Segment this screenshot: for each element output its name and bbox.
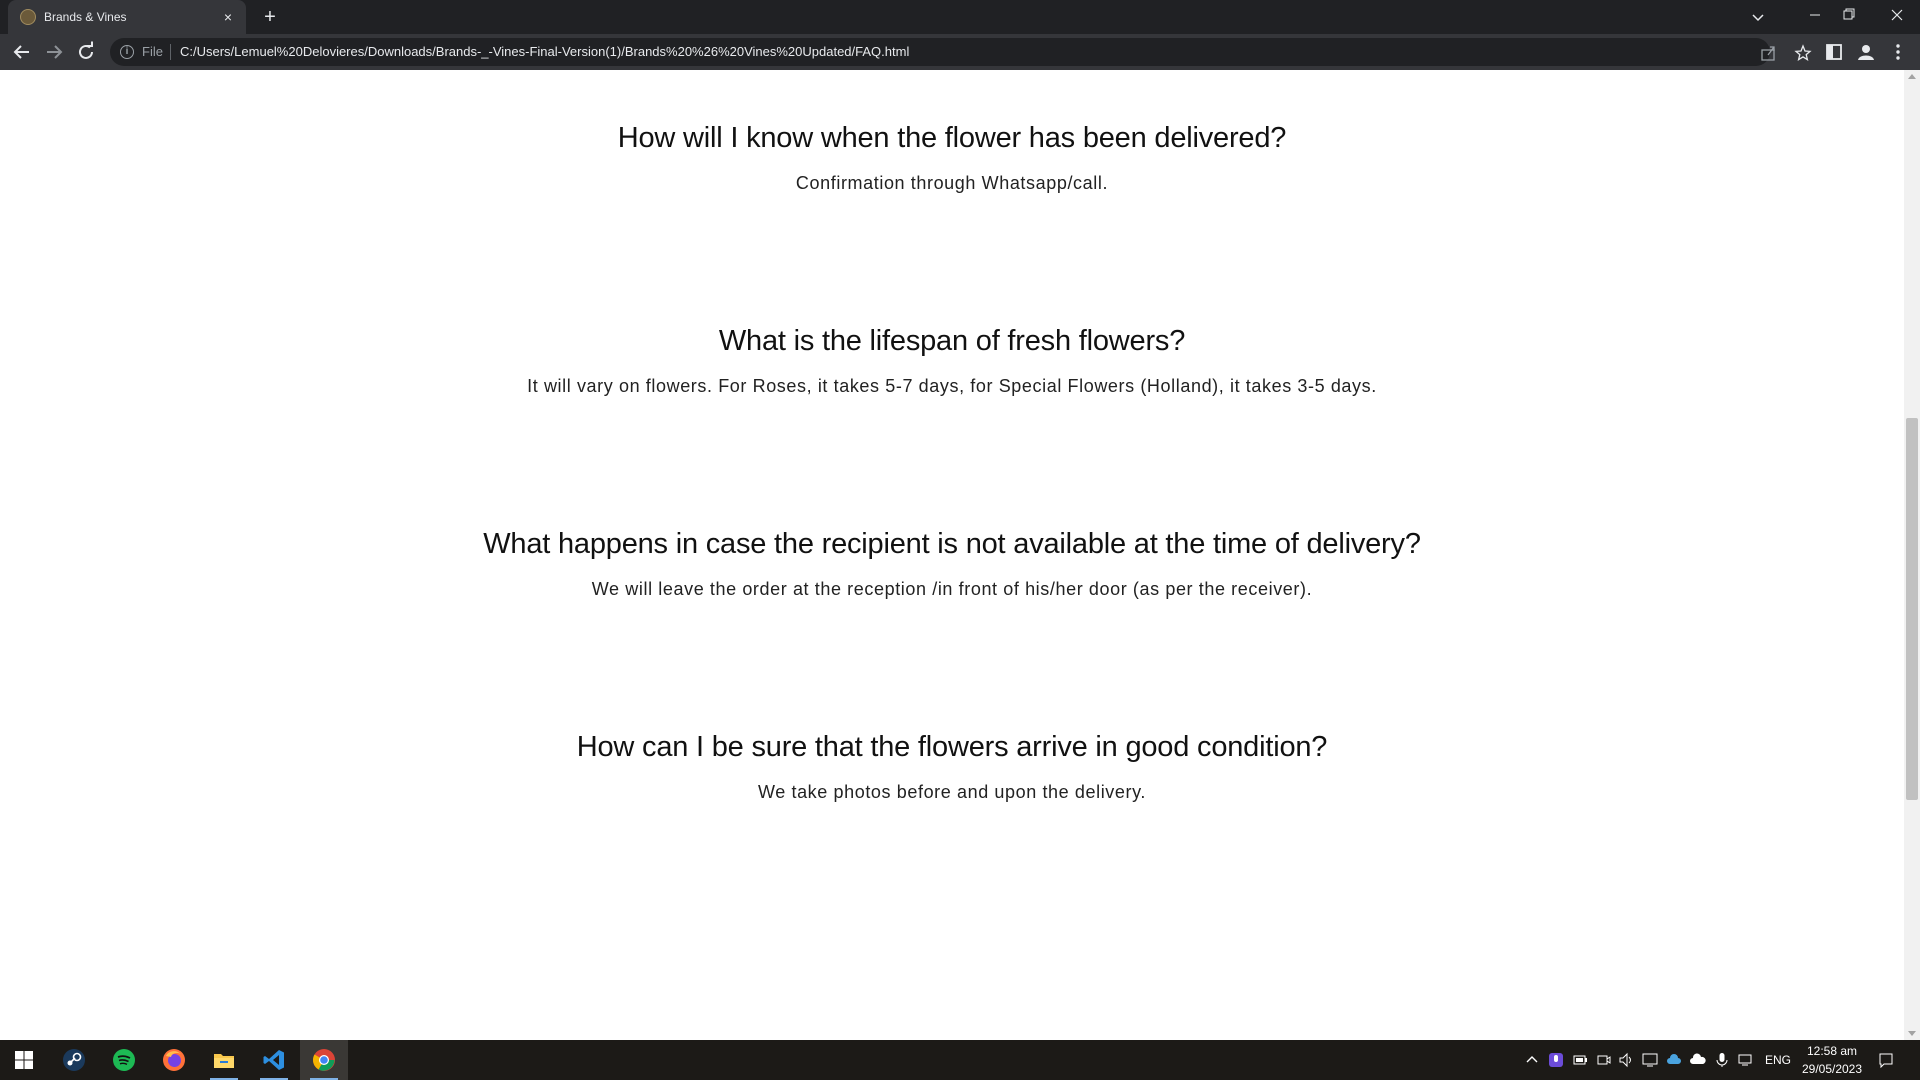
faq-answer: We take photos before and upon the deliv…: [758, 782, 1146, 802]
browser-toolbar: i File C:/Users/Lemuel%20Delovieres/Down…: [0, 34, 1920, 70]
browser-tab-strip: Brands & Vines × +: [0, 0, 1920, 34]
reload-icon[interactable]: [74, 40, 98, 64]
tab-title: Brands & Vines: [44, 10, 127, 24]
faq-answer: It will vary on flowers. For Roses, it t…: [527, 376, 1377, 396]
site-favicon-icon: [20, 9, 36, 25]
scroll-up-arrow-icon[interactable]: [1908, 74, 1916, 79]
file-explorer-icon[interactable]: [200, 1040, 248, 1080]
share-icon[interactable]: [1760, 44, 1778, 62]
browser-tab[interactable]: Brands & Vines ×: [8, 0, 246, 34]
scheme-label: File: [142, 44, 163, 59]
site-info-icon[interactable]: i: [120, 45, 134, 59]
cloud-sync-icon[interactable]: [1666, 1052, 1682, 1068]
steam-icon[interactable]: [50, 1040, 98, 1080]
volume-icon[interactable]: [1618, 1052, 1634, 1068]
input-language-indicator[interactable]: ENG: [1762, 1053, 1794, 1067]
tab-close-icon[interactable]: ×: [218, 7, 238, 27]
display-icon[interactable]: [1642, 1052, 1658, 1068]
window-restore-icon[interactable]: [1826, 0, 1872, 30]
browser-menu-icon[interactable]: [1888, 42, 1908, 62]
back-arrow-icon[interactable]: [10, 40, 34, 64]
faq-question: How will I know when the flower has been…: [617, 122, 1287, 154]
faq-item: How will I know when the flower has been…: [0, 120, 1904, 194]
window-close-icon[interactable]: [1874, 0, 1920, 30]
microphone-icon[interactable]: [1714, 1052, 1730, 1068]
address-bar[interactable]: i File C:/Users/Lemuel%20Delovieres/Down…: [110, 38, 1812, 66]
windows-start-icon[interactable]: [0, 1040, 48, 1080]
side-panel-icon[interactable]: [1824, 42, 1844, 62]
onedrive-icon[interactable]: [1690, 1052, 1706, 1068]
notifications-icon[interactable]: [1878, 1052, 1894, 1069]
clock-time[interactable]: 12:58 am: [1800, 1044, 1864, 1058]
battery-icon[interactable]: [1572, 1052, 1588, 1068]
faq-item: How can I be sure that the flowers arriv…: [0, 729, 1904, 803]
vscode-icon[interactable]: [250, 1040, 298, 1080]
spotify-icon[interactable]: [100, 1040, 148, 1080]
url-text[interactable]: C:/Users/Lemuel%20Delovieres/Downloads/B…: [180, 44, 909, 60]
camera-icon[interactable]: [1596, 1052, 1612, 1068]
network-icon[interactable]: [1738, 1052, 1754, 1068]
bookmark-star-icon[interactable]: [1794, 44, 1812, 62]
faq-question: How can I be sure that the flowers arriv…: [576, 731, 1328, 763]
faq-question: What happens in case the recipient is no…: [483, 528, 1421, 560]
chrome-icon[interactable]: [300, 1040, 348, 1080]
show-hidden-icons-chevron-icon[interactable]: [1524, 1052, 1540, 1068]
faq-item: What happens in case the recipient is no…: [0, 526, 1904, 600]
profile-avatar-icon[interactable]: [1856, 42, 1876, 62]
tab-search-icon[interactable]: [1746, 5, 1770, 29]
forward-arrow-icon[interactable]: [42, 40, 66, 64]
scroll-down-arrow-icon[interactable]: [1908, 1031, 1916, 1036]
faq-question: What is the lifespan of fresh flowers?: [718, 325, 1186, 357]
address-separator: [170, 44, 171, 60]
new-tab-button[interactable]: +: [258, 5, 282, 29]
windows-taskbar: ENG 12:58 am 29/05/2023: [0, 1040, 1920, 1080]
faq-item: What is the lifespan of fresh flowers? I…: [0, 323, 1904, 397]
microphone-app-icon[interactable]: [1548, 1052, 1564, 1068]
page-scrollbar[interactable]: [1904, 70, 1920, 1040]
faq-answer: Confirmation through Whatsapp/call.: [795, 173, 1109, 193]
scrollbar-thumb[interactable]: [1906, 418, 1918, 800]
clock-date[interactable]: 29/05/2023: [1800, 1062, 1864, 1076]
firefox-icon[interactable]: [150, 1040, 198, 1080]
page-viewport: How will I know when the flower has been…: [0, 70, 1904, 1040]
faq-answer: We will leave the order at the reception…: [591, 579, 1313, 599]
